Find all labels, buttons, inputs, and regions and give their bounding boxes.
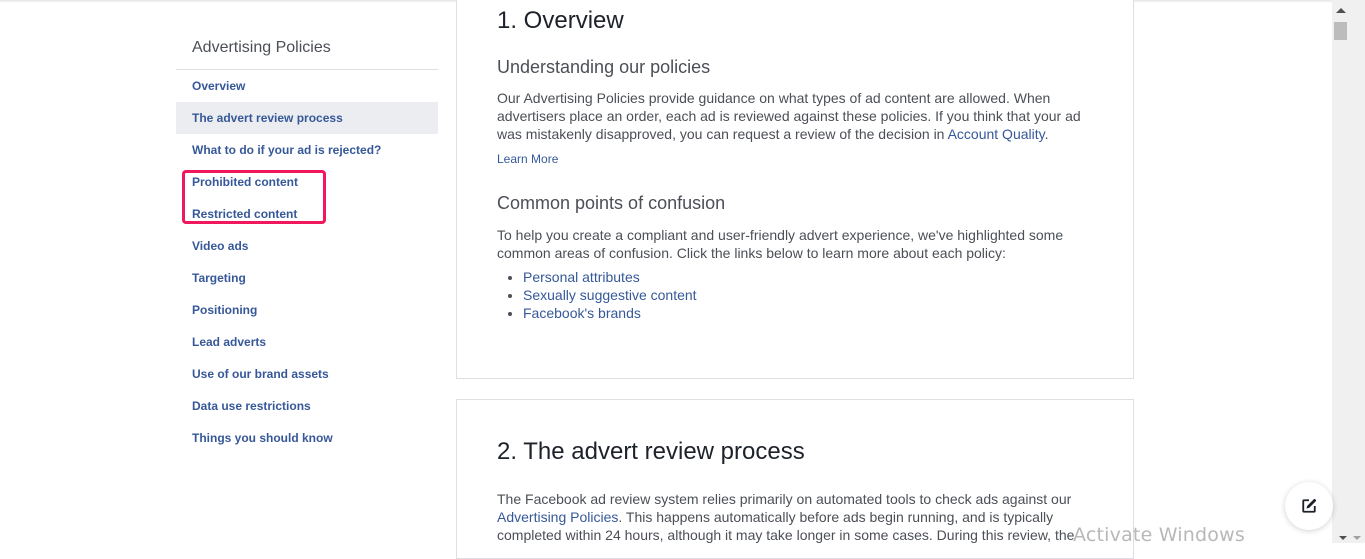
facebooks-brands-link[interactable]: Facebook's brands [523, 305, 641, 321]
learn-more-link[interactable]: Learn More [497, 152, 558, 166]
confusion-heading: Common points of confusion [497, 193, 726, 213]
sidebar-item-prohibited-content[interactable]: Prohibited content [176, 166, 438, 198]
edit-icon [1302, 498, 1317, 513]
understanding-text: Our Advertising Policies provide guidanc… [497, 89, 1093, 143]
sidebar-item-brand-assets[interactable]: Use of our brand assets [176, 358, 438, 390]
scroll-down-arrow-secondary-icon[interactable] [1353, 536, 1361, 540]
sidebar-item-positioning[interactable]: Positioning [176, 294, 438, 326]
understanding-text-after: . [1044, 126, 1049, 142]
sidebar-item-ad-rejected[interactable]: What to do if your ad is rejected? [176, 134, 438, 166]
sidebar-item-targeting[interactable]: Targeting [176, 262, 438, 294]
sidebar-item-overview[interactable]: Overview [176, 70, 438, 102]
vertical-scrollbar[interactable] [1332, 0, 1365, 543]
sidebar-title: Advertising Policies [176, 30, 438, 70]
nav-list: Overview The advert review process What … [176, 70, 438, 454]
edit-floating-button[interactable] [1285, 482, 1333, 530]
sidebar-item-data-use-restrictions[interactable]: Data use restrictions [176, 390, 438, 422]
understanding-heading: Understanding our policies [497, 57, 711, 77]
sidebar-item-lead-adverts[interactable]: Lead adverts [176, 326, 438, 358]
personal-attributes-link[interactable]: Personal attributes [523, 269, 640, 285]
sidebar-item-things-you-should-know[interactable]: Things you should know [176, 422, 438, 454]
confusion-links-list: Personal attributes Sexually suggestive … [497, 268, 1093, 322]
sexually-suggestive-content-link[interactable]: Sexually suggestive content [523, 287, 697, 303]
sidebar-nav: Advertising Policies Overview The advert… [176, 30, 438, 454]
sidebar-item-restricted-content[interactable]: Restricted content [176, 198, 438, 230]
review-process-text: The Facebook ad review system relies pri… [497, 490, 1093, 544]
overview-card: 1. Overview Understanding our policies O… [456, 0, 1134, 379]
review-process-card: 2. The advert review process The Faceboo… [456, 399, 1134, 559]
list-item: Facebook's brands [523, 304, 1093, 322]
scroll-down-arrow-icon[interactable] [1339, 536, 1347, 540]
list-item: Personal attributes [523, 268, 1093, 286]
sidebar-item-advert-review-process[interactable]: The advert review process [176, 102, 438, 134]
account-quality-link[interactable]: Account Quality [948, 126, 1045, 142]
advertising-policies-link[interactable]: Advertising Policies [497, 509, 618, 525]
overview-title: 1. Overview [497, 7, 624, 34]
confusion-text: To help you create a compliant and user-… [497, 227, 1064, 261]
review-text-before: The Facebook ad review system relies pri… [497, 491, 1072, 507]
review-process-title: 2. The advert review process [497, 438, 805, 465]
sidebar-item-video-ads[interactable]: Video ads [176, 230, 438, 262]
scrollbar-thumb[interactable] [1334, 22, 1347, 40]
list-item: Sexually suggestive content [523, 286, 1093, 304]
scroll-up-arrow-icon[interactable] [1336, 8, 1346, 13]
